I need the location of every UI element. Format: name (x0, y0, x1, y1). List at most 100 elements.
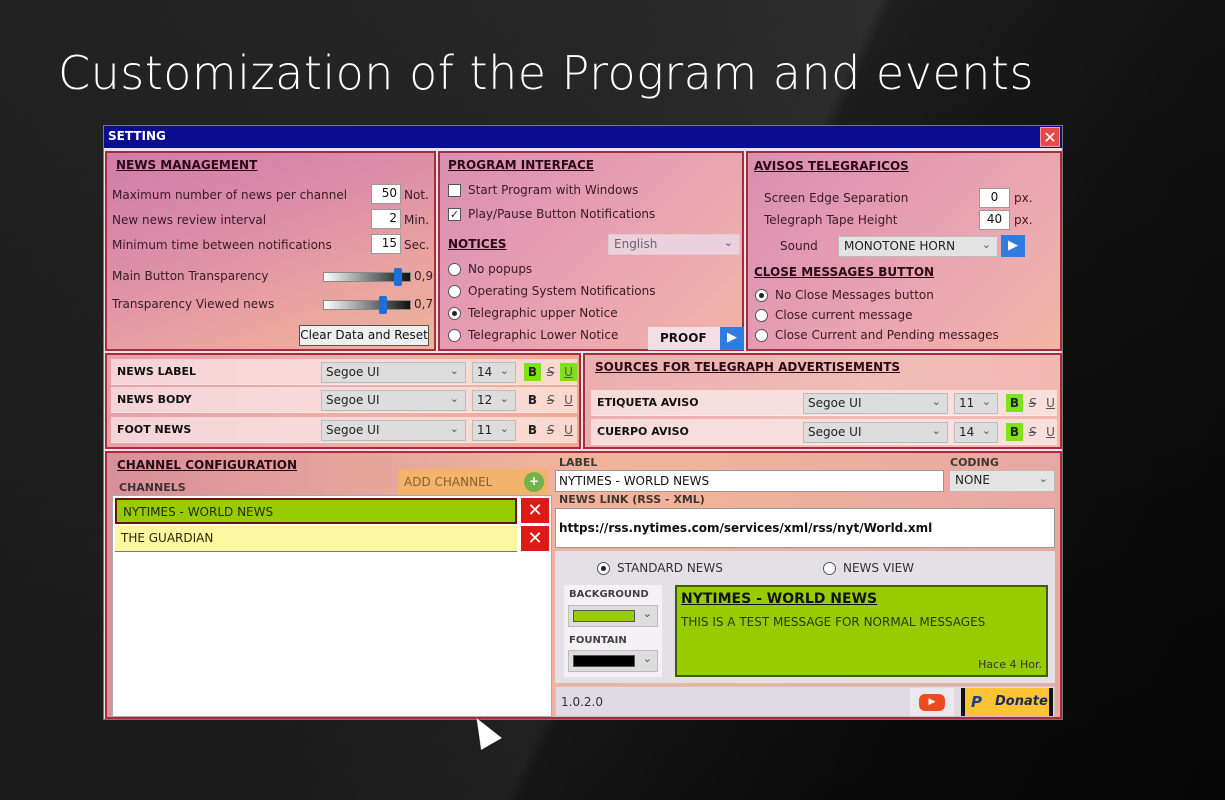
close-option-radio-0[interactable] (755, 289, 768, 302)
bold-toggle[interactable]: B (524, 421, 541, 439)
font-size-select[interactable]: 14 ⌄ (472, 362, 516, 383)
background-caption: BACKGROUND (569, 589, 649, 600)
bold-toggle[interactable]: B (1006, 423, 1023, 441)
preview-body: THIS IS A TEST MESSAGE FOR NORMAL MESSAG… (681, 615, 986, 629)
slider-thumb[interactable] (378, 296, 387, 314)
tape-height-input[interactable]: 40 (979, 210, 1010, 230)
close-option-label-2: Close Current and Pending messages (775, 328, 999, 342)
proof-button[interactable]: PROOF ▶ (648, 327, 744, 350)
clear-data-reset-button[interactable]: Clear Data and Reset (299, 325, 429, 346)
program-interface-heading: PROGRAM INTERFACE (448, 158, 594, 172)
min-time-input[interactable]: 15 (371, 234, 401, 254)
channel-item-1[interactable]: THE GUARDIAN (115, 526, 517, 552)
strike-toggle[interactable]: S (1024, 423, 1041, 441)
channel-configuration-panel: CHANNEL CONFIGURATION CHANNELS ADD CHANN… (105, 451, 1062, 719)
font-size-value: 11 (477, 423, 493, 437)
channel-list[interactable]: NYTIMES - WORLD NEWS ✕ THE GUARDIAN ✕ (112, 495, 552, 717)
notice-radio-2[interactable] (448, 307, 461, 320)
notice-radio-0[interactable] (448, 263, 461, 276)
underline-toggle[interactable]: U (560, 421, 577, 439)
chevron-down-icon: ⌄ (723, 236, 733, 249)
chevron-down-icon: ⌄ (642, 652, 652, 665)
color-pickers: BACKGROUND ⌄ FOUNTAIN ⌄ (564, 585, 662, 677)
notice-label-0: No popups (468, 262, 533, 276)
font-row-news-body: NEWS BODY Segoe UI ⌄ 12 ⌄ B S U (111, 387, 577, 413)
chevron-down-icon: ⌄ (981, 395, 991, 408)
font-row-name: FOOT NEWS (117, 423, 192, 436)
background-color-select[interactable]: ⌄ (568, 605, 658, 627)
main-button-transparency-value: 0,9 (414, 269, 434, 283)
donate-label: Donate (995, 694, 1048, 709)
font-size-select[interactable]: 14 ⌄ (954, 422, 998, 443)
add-channel-label: ADD CHANNEL (404, 475, 493, 489)
fountain-color-select[interactable]: ⌄ (568, 650, 658, 672)
underline-toggle[interactable]: U (560, 391, 577, 409)
play-pause-checkbox[interactable]: ✓ (448, 208, 461, 221)
label-caption: LABEL (559, 456, 598, 469)
version-label: 1.0.2.0 (561, 695, 603, 709)
review-interval-input[interactable]: 2 (371, 209, 401, 229)
font-size-select[interactable]: 11 ⌄ (954, 393, 998, 414)
viewed-news-transparency-slider[interactable] (323, 296, 411, 314)
strike-toggle[interactable]: S (542, 363, 559, 381)
strike-toggle[interactable]: S (1024, 394, 1041, 412)
slider-thumb[interactable] (394, 268, 403, 286)
bold-toggle[interactable]: B (524, 391, 541, 409)
close-option-radio-1[interactable] (755, 309, 768, 322)
news-view-radio[interactable] (823, 562, 836, 575)
youtube-button[interactable]: ▶ (910, 688, 954, 716)
notice-radio-3[interactable] (448, 329, 461, 342)
channels-label: CHANNELS (119, 481, 186, 494)
message-preview: NYTIMES - WORLD NEWS THIS IS A TEST MESS… (675, 585, 1048, 677)
font-row-foot-news: FOOT NEWS Segoe UI ⌄ 11 ⌄ B S U (111, 417, 577, 443)
standard-news-radio[interactable] (597, 562, 610, 575)
play-sound-button[interactable]: ▶ (1001, 235, 1025, 257)
label-input[interactable]: NYTIMES - WORLD NEWS (555, 470, 944, 492)
edge-separation-unit: px. (1014, 191, 1033, 205)
chevron-down-icon: ⌄ (449, 392, 459, 405)
start-with-windows-checkbox[interactable] (448, 184, 461, 197)
strike-toggle[interactable]: S (542, 391, 559, 409)
news-link-input[interactable]: https://rss.nytimes.com/services/xml/rss… (555, 508, 1055, 548)
bold-toggle[interactable]: B (524, 363, 541, 381)
underline-toggle[interactable]: U (1042, 423, 1059, 441)
window-title: SETTING (108, 129, 166, 143)
notice-radio-1[interactable] (448, 285, 461, 298)
font-size-select[interactable]: 11 ⌄ (472, 420, 516, 441)
notice-label-2: Telegraphic upper Notice (468, 306, 618, 320)
news-view-label: NEWS VIEW (843, 561, 915, 575)
start-with-windows-label: Start Program with Windows (468, 183, 639, 197)
chevron-down-icon: ⌄ (499, 422, 509, 435)
font-family-select[interactable]: Segoe UI ⌄ (321, 420, 466, 441)
sound-select[interactable]: MONOTONE HORN ⌄ (838, 236, 998, 257)
close-option-radio-2[interactable] (755, 329, 768, 342)
font-family-select[interactable]: Segoe UI ⌄ (803, 393, 948, 414)
bold-toggle[interactable]: B (1006, 394, 1023, 412)
underline-toggle[interactable]: U (1042, 394, 1059, 412)
max-news-input[interactable]: 50 (371, 184, 401, 204)
delete-channel-1-icon[interactable]: ✕ (521, 526, 549, 551)
play-icon: ▶ (720, 327, 744, 350)
strike-toggle[interactable]: S (542, 421, 559, 439)
font-size-select[interactable]: 12 ⌄ (472, 390, 516, 411)
donate-button[interactable]: P Donate (961, 688, 1053, 716)
underline-toggle[interactable]: U (560, 363, 577, 381)
edge-separation-input[interactable]: 0 (979, 188, 1010, 208)
channel-item-0[interactable]: NYTIMES - WORLD NEWS (115, 498, 517, 524)
delete-channel-0-icon[interactable]: ✕ (521, 498, 549, 523)
coding-select[interactable]: NONE ⌄ (949, 470, 1055, 492)
font-size-value: 14 (959, 425, 975, 439)
notice-label-3: Telegraphic Lower Notice (468, 328, 619, 342)
edge-separation-label: Screen Edge Separation (764, 191, 909, 205)
language-select[interactable]: English ⌄ (608, 234, 740, 255)
font-family-value: Segoe UI (326, 393, 380, 407)
font-family-select[interactable]: Segoe UI ⌄ (321, 362, 466, 383)
background-color-swatch (573, 610, 635, 622)
main-button-transparency-slider[interactable] (323, 268, 411, 286)
font-family-select[interactable]: Segoe UI ⌄ (803, 422, 948, 443)
main-button-transparency-label: Main Button Transparency (112, 269, 269, 283)
font-family-select[interactable]: Segoe UI ⌄ (321, 390, 466, 411)
close-icon[interactable]: ✕ (1040, 127, 1060, 147)
close-messages-heading: CLOSE MESSAGES BUTTON (754, 265, 935, 279)
add-channel-button[interactable]: ADD CHANNEL + (398, 469, 548, 495)
